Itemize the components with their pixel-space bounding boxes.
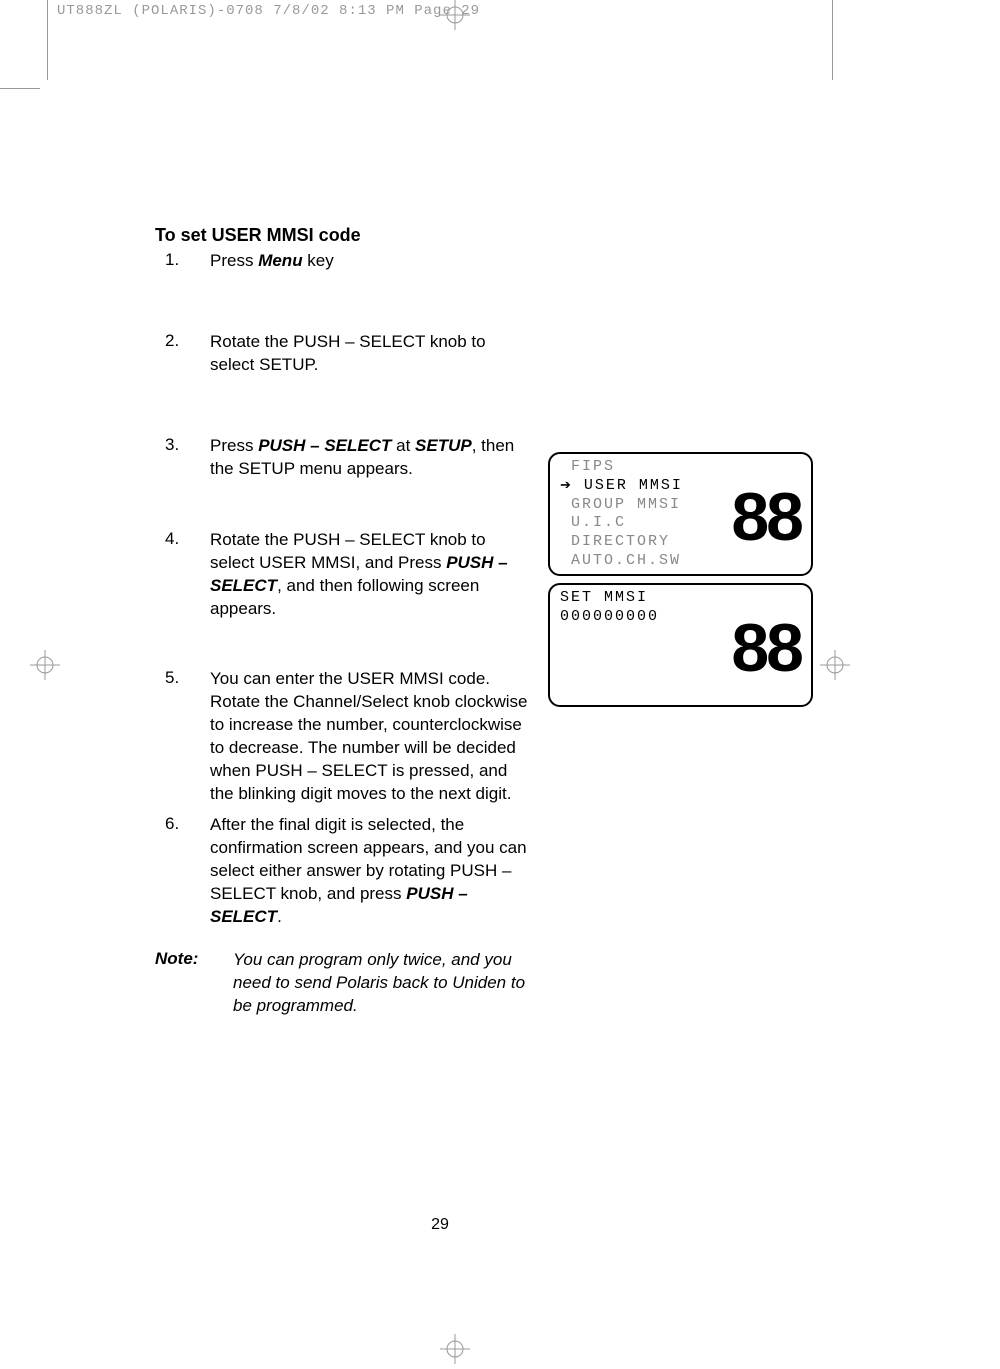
step-text: Rotate the PUSH – SELECT knob to select …: [210, 529, 530, 621]
step-num: 2.: [155, 331, 210, 377]
lcd-line: SET MMSI: [560, 589, 801, 608]
note-label: Note:: [155, 949, 233, 1018]
step-text: You can enter the USER MMSI code. Rotate…: [210, 668, 530, 806]
registration-mark-bottom: [440, 1334, 470, 1364]
step-6: 6. After the final digit is selected, th…: [155, 814, 855, 929]
step-1: 1. Press Menu key: [155, 250, 855, 273]
registration-mark-left: [30, 650, 60, 680]
note: Note: You can program only twice, and yo…: [155, 949, 855, 1018]
lcd-line: FIPS: [560, 458, 801, 477]
step-2: 2. Rotate the PUSH – SELECT knob to sele…: [155, 331, 855, 377]
step-num: 6.: [155, 814, 210, 929]
section-heading: To set USER MMSI code: [155, 225, 855, 246]
step-text: Press Menu key: [210, 250, 334, 273]
lcd-screen-setup-menu: FIPS ➔ USER MMSI GROUP MMSI U.I.C DIRECT…: [548, 452, 813, 576]
step-text: Press PUSH – SELECT at SETUP, then the S…: [210, 435, 530, 481]
page-number: 29: [0, 1216, 880, 1234]
step-num: 5.: [155, 668, 210, 806]
step-num: 3.: [155, 435, 210, 481]
header-info: UT888ZL (POLARIS)-0708 7/8/02 8:13 PM Pa…: [57, 3, 480, 19]
lcd-screen-set-mmsi: SET MMSI 000000000 88: [548, 583, 813, 707]
step-text: After the final digit is selected, the c…: [210, 814, 530, 929]
step-num: 1.: [155, 250, 210, 273]
lcd-channel-display: 88: [731, 478, 801, 556]
note-text: You can program only twice, and you need…: [233, 949, 533, 1018]
lcd-channel-display: 88: [731, 609, 801, 687]
step-num: 4.: [155, 529, 210, 621]
step-text: Rotate the PUSH – SELECT knob to select …: [210, 331, 530, 377]
